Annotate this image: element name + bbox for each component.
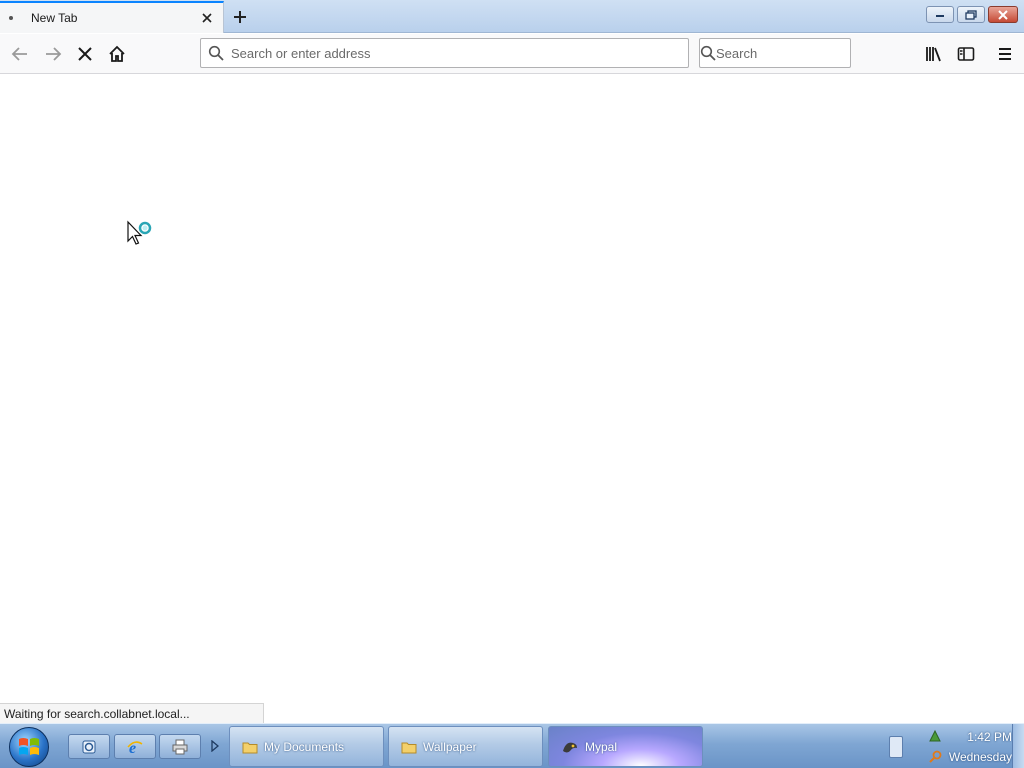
search-icon xyxy=(201,39,231,67)
system-clock[interactable]: 1:42 PM Wednesday xyxy=(946,726,1012,767)
quicklaunch-internet-explorer-icon[interactable]: e xyxy=(114,734,156,759)
address-bar[interactable] xyxy=(200,38,689,68)
minimize-button[interactable] xyxy=(926,6,954,23)
windows-logo-icon xyxy=(19,738,39,755)
key-icon[interactable] xyxy=(928,750,942,764)
taskbar-item-my-documents[interactable]: My Documents xyxy=(229,726,384,767)
restore-button[interactable] xyxy=(957,6,985,23)
start-button[interactable] xyxy=(9,727,49,767)
network-icon[interactable] xyxy=(928,729,942,743)
tab-title: New Tab xyxy=(31,11,78,25)
stop-icon[interactable] xyxy=(73,42,97,66)
folder-icon xyxy=(242,742,258,753)
notification-area xyxy=(926,726,944,767)
clock-time: 1:42 PM xyxy=(967,729,1012,744)
back-icon[interactable] xyxy=(8,42,32,66)
taskbar-item-mypal[interactable]: Mypal xyxy=(548,726,703,767)
folder-icon xyxy=(401,742,417,753)
taskbar-item-label: Wallpaper xyxy=(423,739,477,754)
taskbar-item-wallpaper[interactable]: Wallpaper xyxy=(388,726,543,767)
mypal-icon xyxy=(563,742,577,752)
sidebar-icon[interactable] xyxy=(954,42,978,66)
quicklaunch-expand-icon[interactable] xyxy=(210,739,220,753)
search-input[interactable] xyxy=(716,40,892,66)
menu-icon[interactable] xyxy=(993,42,1017,66)
tray-expand-button[interactable] xyxy=(889,736,903,758)
busy-cursor-icon xyxy=(127,220,152,245)
forward-icon[interactable] xyxy=(41,42,65,66)
tab-strip: New Tab xyxy=(0,0,1024,33)
library-icon[interactable] xyxy=(922,42,946,66)
window-controls xyxy=(926,6,1018,23)
address-input[interactable] xyxy=(231,40,688,66)
close-window-button[interactable] xyxy=(988,6,1018,23)
quicklaunch-printer-icon[interactable] xyxy=(159,734,201,759)
clock-day: Wednesday xyxy=(948,749,1012,764)
quicklaunch-browser-icon[interactable] xyxy=(68,734,110,759)
taskbar-item-label: Mypal xyxy=(585,739,618,754)
status-panel: Waiting for search.collabnet.local... xyxy=(0,703,264,723)
loading-dot-icon xyxy=(9,16,13,20)
search-icon xyxy=(700,39,716,67)
new-tab-button[interactable] xyxy=(229,6,251,28)
close-tab-icon[interactable] xyxy=(197,8,217,28)
taskbar: e My Documents Wallpaper Mypal 1:42 PM W… xyxy=(0,723,1024,768)
home-icon[interactable] xyxy=(105,42,129,66)
page-content xyxy=(0,75,1024,723)
tab-new-tab[interactable]: New Tab xyxy=(0,1,224,33)
taskbar-item-label: My Documents xyxy=(264,739,345,754)
show-desktop-button[interactable] xyxy=(1012,724,1024,768)
search-box[interactable] xyxy=(699,38,892,68)
navigation-toolbar xyxy=(0,34,1024,74)
